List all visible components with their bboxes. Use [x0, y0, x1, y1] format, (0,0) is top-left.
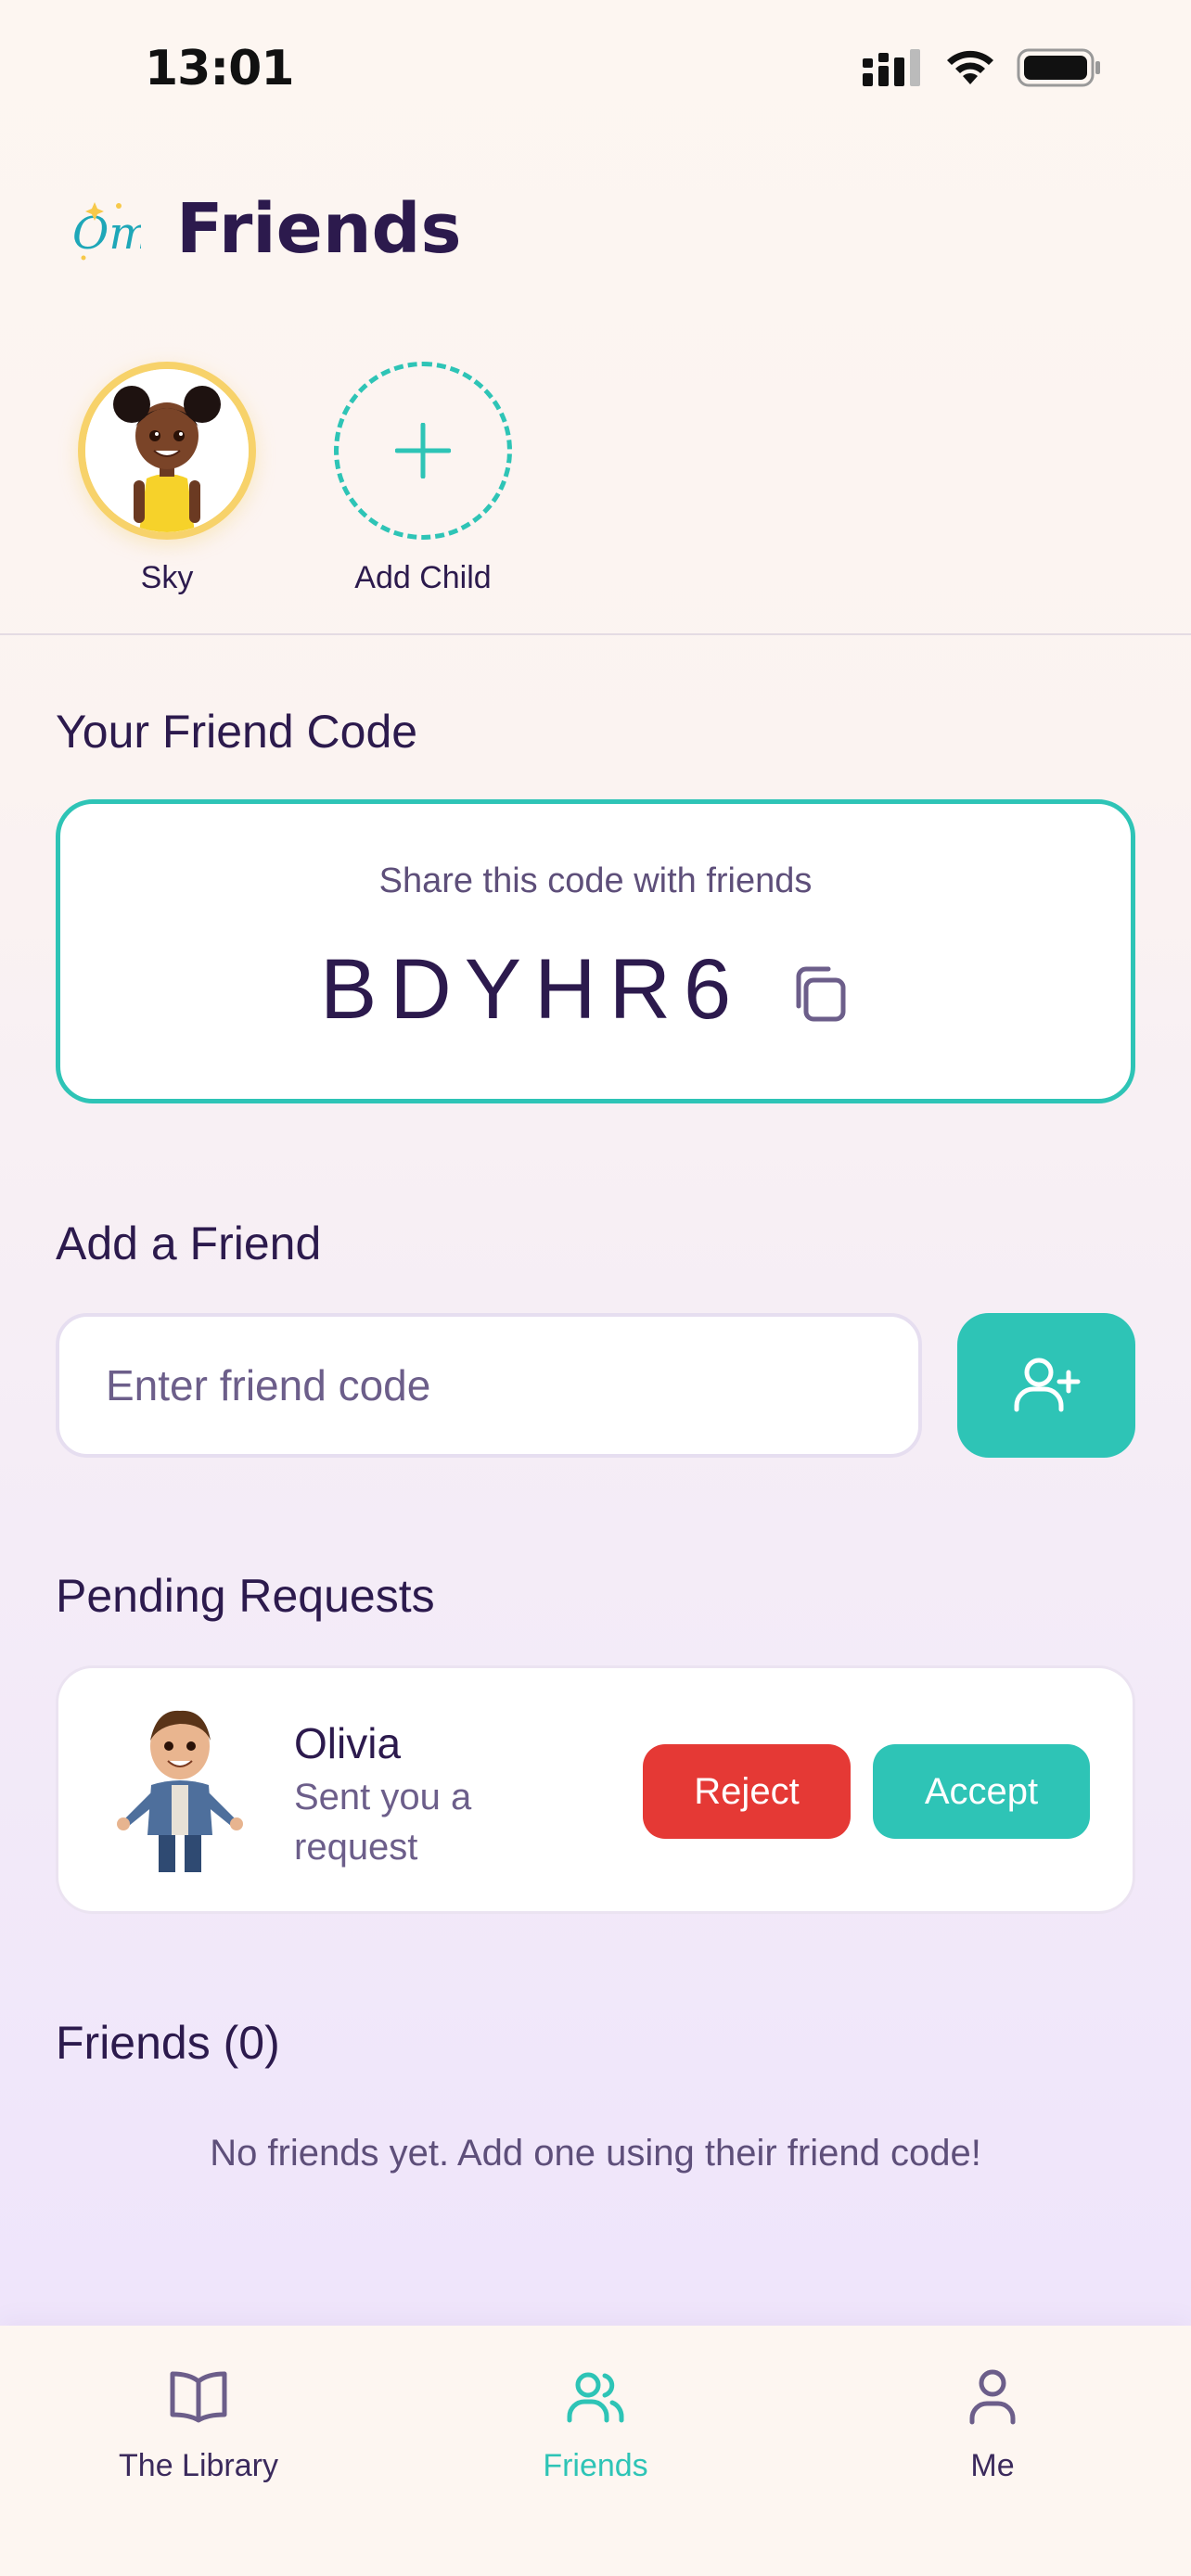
book-icon: [170, 2371, 227, 2423]
copy-icon: [796, 966, 846, 1022]
child-avatar-illustration: [85, 369, 249, 532]
child-selector: Sky Add Child: [0, 362, 1191, 631]
add-child-button[interactable]: Add Child: [330, 362, 516, 596]
tab-label: Me: [970, 2448, 1015, 2483]
requester-avatar: [117, 1710, 243, 1872]
app-logo: Om: [72, 202, 141, 261]
status-time: 13:01: [145, 41, 295, 96]
tab-label: The Library: [119, 2448, 278, 2483]
pending-requests-title: Pending Requests: [56, 1570, 435, 1622]
add-child-ring[interactable]: [334, 362, 512, 540]
friend-code-value: BDYHR6: [320, 942, 745, 1037]
friend-code-caption: Share this code with friends: [378, 861, 813, 900]
add-friend-title: Add a Friend: [56, 1218, 322, 1269]
reject-button[interactable]: Reject: [643, 1744, 851, 1839]
request-card: Olivia Sent you a request Reject Accept: [56, 1665, 1135, 1914]
user-icon: [969, 2369, 1016, 2425]
user-plus-icon: [1014, 1358, 1081, 1412]
requester-name: Olivia: [294, 1719, 402, 1767]
section-divider: [0, 633, 1191, 635]
tab-me[interactable]: Me: [853, 2363, 1132, 2484]
app-header: Om Friends: [0, 176, 1191, 287]
add-child-label: Add Child: [354, 560, 492, 595]
friend-code-input[interactable]: [56, 1313, 922, 1458]
tab-friends[interactable]: Friends: [456, 2363, 735, 2484]
tab-label: Friends: [543, 2448, 648, 2483]
copy-code-button[interactable]: [786, 958, 860, 1032]
battery-icon: [1017, 48, 1100, 87]
tab-bar: The Library Friends Me: [0, 2326, 1191, 2576]
friend-code-card: Share this code with friends BDYHR6: [56, 799, 1135, 1103]
cellular-signal-icon: [863, 49, 920, 86]
child-sky[interactable]: Sky: [74, 362, 260, 596]
add-friend-button[interactable]: [957, 1313, 1135, 1458]
child-name: Sky: [140, 560, 194, 595]
request-subtitle: Sent you a request: [294, 1777, 472, 1868]
status-icons: [863, 48, 1102, 87]
friend-code-title: Your Friend Code: [56, 706, 418, 758]
status-bar: 13:01: [0, 0, 1191, 139]
users-icon: [567, 2372, 624, 2423]
friends-title: Friends (0): [56, 2017, 280, 2069]
plus-icon: [395, 423, 451, 478]
svg-text:Om: Om: [72, 208, 141, 260]
child-avatar[interactable]: [78, 362, 256, 540]
tab-library[interactable]: The Library: [59, 2363, 338, 2484]
page-title: Friends: [176, 189, 462, 269]
wifi-icon: [947, 50, 993, 84]
friends-empty-message: No friends yet. Add one using their frie…: [210, 2133, 981, 2174]
accept-button[interactable]: Accept: [873, 1744, 1090, 1839]
